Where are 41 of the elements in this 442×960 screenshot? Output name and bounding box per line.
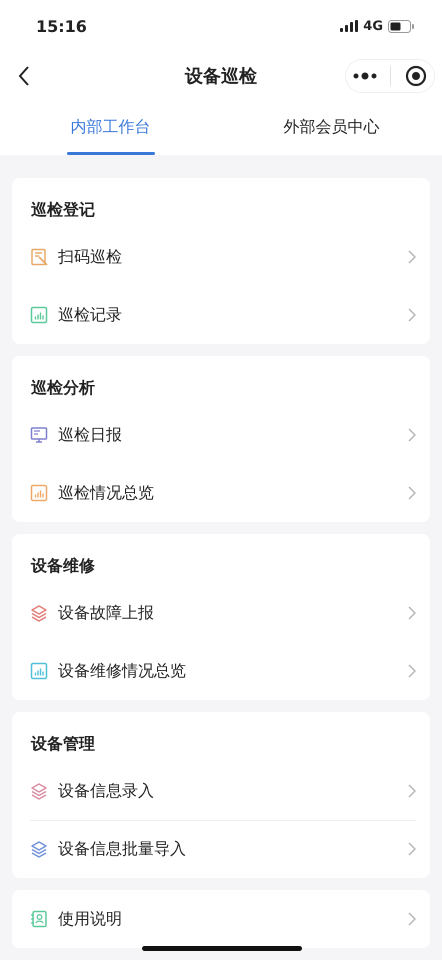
chevron-icon — [408, 606, 416, 620]
menu-item-label: 使用说明 — [58, 908, 123, 930]
chevron-icon — [408, 784, 416, 798]
menu-item[interactable]: 设备信息录入 — [12, 762, 430, 820]
chevron-icon — [408, 428, 416, 442]
menu-item[interactable]: 巡检记录 — [12, 286, 430, 344]
chevron-icon — [408, 842, 416, 856]
tab[interactable]: 外部会员中心 — [221, 100, 442, 155]
battery-icon — [388, 20, 414, 32]
menu-item-label: 设备信息录入 — [58, 780, 155, 802]
status-time: 15:16 — [36, 16, 87, 36]
menu-item-label: 巡检日报 — [58, 424, 123, 446]
tab[interactable]: 内部工作台 — [0, 100, 221, 155]
menu-item[interactable]: 使用说明 — [12, 890, 430, 948]
section-title: 设备管理 — [30, 733, 96, 755]
section-title: 设备维修 — [30, 555, 96, 577]
menu-item-label: 设备维修情况总览 — [58, 660, 187, 682]
menu-item[interactable]: 设备维修情况总览 — [12, 642, 430, 700]
menu-item-label: 巡检情况总览 — [58, 482, 155, 504]
close-target-icon[interactable] — [405, 65, 428, 87]
section-title: 巡检登记 — [30, 199, 96, 221]
menu-item[interactable]: 设备故障上报 — [12, 584, 430, 642]
chevron-icon — [408, 912, 416, 926]
menu-item[interactable]: 巡检情况总览 — [12, 464, 430, 522]
menu-item[interactable]: 设备信息批量导入 — [12, 820, 430, 878]
section-title: 巡检分析 — [30, 377, 96, 399]
chevron-icon — [408, 308, 416, 322]
signal-icon — [340, 20, 358, 32]
menu-item-label: 设备信息批量导入 — [58, 838, 187, 860]
menu-item[interactable]: 扫码巡检 — [12, 228, 430, 286]
chevron-icon — [408, 486, 416, 500]
menu-item-label: 设备故障上报 — [58, 602, 155, 624]
menu-item-label: 巡检记录 — [58, 304, 123, 326]
menu-item-label: 扫码巡检 — [58, 246, 123, 268]
back-icon[interactable] — [17, 65, 31, 87]
menu-item[interactable]: 巡检日报 — [12, 406, 430, 464]
chevron-icon — [408, 664, 416, 678]
page-title: 设备巡检 — [185, 65, 257, 88]
chevron-icon — [408, 250, 416, 264]
network-label: 4G — [363, 18, 383, 34]
more-icon[interactable] — [352, 72, 377, 80]
